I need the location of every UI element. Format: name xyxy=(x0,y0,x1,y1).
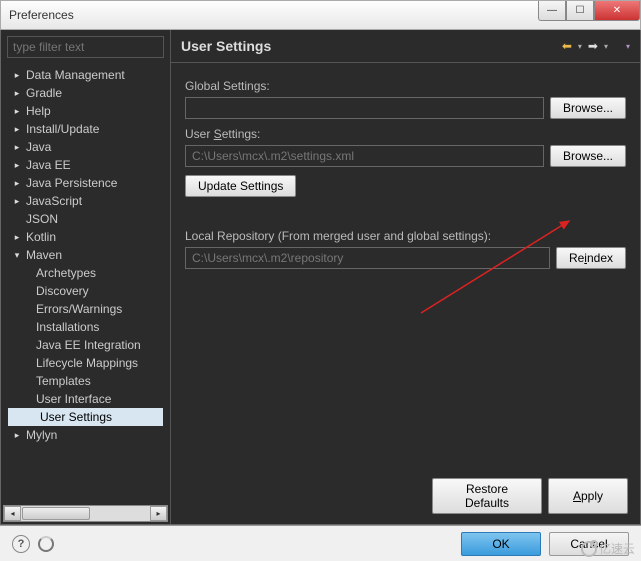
tree-item[interactable]: Lifecycle Mappings xyxy=(4,354,167,372)
expand-icon[interactable]: ▸ xyxy=(12,142,22,153)
dialog-body: ▸ Data Management ▸ Gradle ▸ Help ▸ Install/Upd… xyxy=(0,30,641,525)
tree-item-label: Kotlin xyxy=(26,230,56,244)
expand-icon[interactable]: ▸ xyxy=(12,232,22,243)
tree-item-label: Discovery xyxy=(36,284,89,298)
page-header: User Settings ⬅ ▾ ➡ ▾ ▾ xyxy=(171,30,640,63)
tree-item-label: Gradle xyxy=(26,86,62,100)
expand-icon[interactable]: ▸ xyxy=(12,430,22,441)
ok-button[interactable]: OK xyxy=(461,532,541,556)
user-settings-label: User Settings: xyxy=(185,127,626,141)
tree-item-label: Help xyxy=(26,104,51,118)
back-menu-icon[interactable]: ▾ xyxy=(578,42,582,51)
tree-item-label: Maven xyxy=(26,248,62,262)
tree-item-label: User Settings xyxy=(40,410,112,424)
expand-icon[interactable]: ▸ xyxy=(12,178,22,189)
tree-scroll[interactable]: ▸ Data Management ▸ Gradle ▸ Help ▸ Install/Upd… xyxy=(4,64,167,503)
tree-item-label: Errors/Warnings xyxy=(36,302,122,316)
tree-item-label: Archetypes xyxy=(36,266,96,280)
help-icon[interactable]: ? xyxy=(12,535,30,553)
page-title: User Settings xyxy=(181,38,271,54)
tree-item-label: Java Persistence xyxy=(26,176,117,190)
forward-icon[interactable]: ➡ xyxy=(588,39,598,53)
browse-global-button[interactable]: Browse... xyxy=(550,97,626,119)
scroll-left-arrow[interactable]: ◂ xyxy=(4,506,21,521)
tree-item-label: Installations xyxy=(36,320,99,334)
tree-panel: ▸ Data Management ▸ Gradle ▸ Help ▸ Install/Upd… xyxy=(1,30,171,524)
restore-defaults-button[interactable]: Restore Defaults xyxy=(432,478,542,514)
tree-item-label: Java xyxy=(26,140,51,154)
tree-item-label: JavaScript xyxy=(26,194,82,208)
content-area: Global Settings: Browse... User Settings… xyxy=(171,63,640,472)
filter-input[interactable] xyxy=(7,36,164,58)
back-icon[interactable]: ⬅ xyxy=(562,39,572,53)
tree-item[interactable]: Archetypes xyxy=(4,264,167,282)
maximize-button[interactable]: ☐ xyxy=(566,1,594,21)
settings-panel: User Settings ⬅ ▾ ➡ ▾ ▾ Global Settings:… xyxy=(171,30,640,524)
tree-item[interactable]: Installations xyxy=(4,318,167,336)
close-button[interactable]: ✕ xyxy=(594,1,640,21)
reindex-button[interactable]: Reindex xyxy=(556,247,626,269)
title-bar: Preferences — ☐ ✕ xyxy=(0,0,641,30)
tree-item[interactable]: Java EE Integration xyxy=(4,336,167,354)
tree-item-label: Install/Update xyxy=(26,122,99,136)
window-title: Preferences xyxy=(9,8,74,22)
scroll-thumb[interactable] xyxy=(22,507,90,520)
tree-item-label: JSON xyxy=(26,212,58,226)
dialog-footer: ? OK Cancel xyxy=(0,525,641,561)
user-settings-input[interactable] xyxy=(185,145,544,167)
expand-icon[interactable]: ▸ xyxy=(12,196,22,207)
tree-item-label: Java EE Integration xyxy=(36,338,141,352)
apply-button[interactable]: Apply xyxy=(548,478,628,514)
local-repo-label: Local Repository (From merged user and g… xyxy=(185,229,626,243)
forward-menu-icon[interactable]: ▾ xyxy=(604,42,608,51)
minimize-button[interactable]: — xyxy=(538,1,566,21)
tree-item-label: Templates xyxy=(36,374,91,388)
tree-item[interactable]: Templates xyxy=(4,372,167,390)
progress-icon xyxy=(38,536,54,552)
page-button-bar: Restore Defaults Apply xyxy=(171,472,640,524)
tree-item[interactable]: ▸ Gradle xyxy=(4,84,167,102)
tree-item-label: Lifecycle Mappings xyxy=(36,356,138,370)
scroll-right-arrow[interactable]: ▸ xyxy=(150,506,167,521)
tree-item[interactable]: User Interface xyxy=(4,390,167,408)
tree-item[interactable]: ▸ Mylyn xyxy=(4,426,167,444)
header-nav: ⬅ ▾ ➡ ▾ ▾ xyxy=(562,39,630,53)
global-settings-input[interactable] xyxy=(185,97,544,119)
tree-item[interactable]: Errors/Warnings xyxy=(4,300,167,318)
menu-icon[interactable]: ▾ xyxy=(626,42,630,51)
expand-icon[interactable]: ▸ xyxy=(12,160,22,171)
tree-item[interactable]: ▸ Kotlin xyxy=(4,228,167,246)
tree-item[interactable]: User Settings xyxy=(8,408,163,426)
tree-item-label: Data Management xyxy=(26,68,125,82)
tree-item[interactable]: ▸ JavaScript xyxy=(4,192,167,210)
browse-user-button[interactable]: Browse... xyxy=(550,145,626,167)
expand-icon[interactable]: ▸ xyxy=(12,70,22,81)
tree-item[interactable]: ▸ Java EE xyxy=(4,156,167,174)
local-repo-input[interactable] xyxy=(185,247,550,269)
cancel-button[interactable]: Cancel xyxy=(549,532,629,556)
tree-item[interactable]: ▸ Install/Update xyxy=(4,120,167,138)
tree-item[interactable]: Discovery xyxy=(4,282,167,300)
expand-icon[interactable]: ▸ xyxy=(12,124,22,135)
global-settings-label: Global Settings: xyxy=(185,79,626,93)
expand-icon[interactable]: ▾ xyxy=(12,250,22,261)
tree-item-label: Java EE xyxy=(26,158,71,172)
expand-icon[interactable]: ▸ xyxy=(12,88,22,99)
tree-item[interactable]: JSON xyxy=(4,210,167,228)
horizontal-scrollbar[interactable]: ◂ ▸ xyxy=(3,505,168,522)
expand-icon[interactable]: ▸ xyxy=(12,106,22,117)
tree-item-label: User Interface xyxy=(36,392,111,406)
update-settings-button[interactable]: Update Settings xyxy=(185,175,296,197)
tree-item[interactable]: ▸ Help xyxy=(4,102,167,120)
tree-item[interactable]: ▸ Java xyxy=(4,138,167,156)
tree-item[interactable]: ▸ Java Persistence xyxy=(4,174,167,192)
tree-item[interactable]: ▾ Maven xyxy=(4,246,167,264)
window-controls: — ☐ ✕ xyxy=(538,1,640,21)
tree-item-label: Mylyn xyxy=(26,428,57,442)
tree-item[interactable]: ▸ Data Management xyxy=(4,66,167,84)
